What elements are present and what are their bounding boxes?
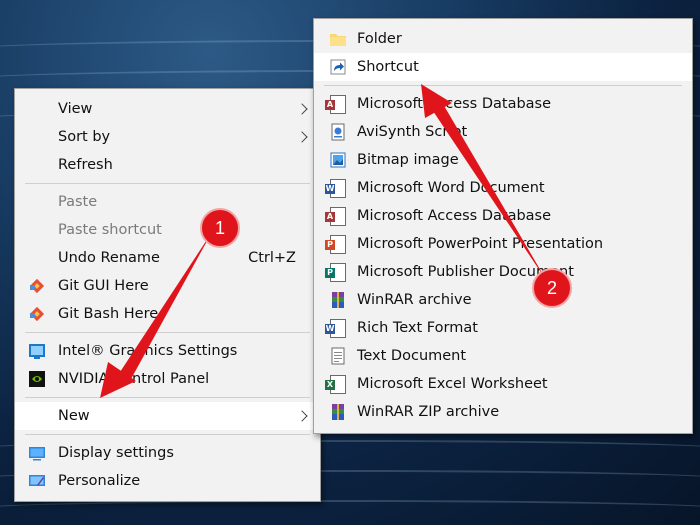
new-item-powerpoint-presentation[interactable]: P Microsoft PowerPoint Presentation bbox=[314, 230, 692, 258]
menu-separator bbox=[25, 434, 310, 435]
git-icon bbox=[27, 304, 47, 324]
menu-item-label: Shortcut bbox=[357, 59, 419, 75]
new-item-publisher-document[interactable]: P Microsoft Publisher Document bbox=[314, 258, 692, 286]
desktop-context-menu: View Sort by Refresh Paste Paste shortcu… bbox=[14, 88, 321, 502]
new-item-excel-worksheet[interactable]: X Microsoft Excel Worksheet bbox=[314, 370, 692, 398]
menu-item-label: WinRAR ZIP archive bbox=[357, 404, 500, 420]
menu-item-label: Personalize bbox=[58, 473, 141, 489]
menu-separator bbox=[25, 183, 310, 184]
menu-item-label: Paste bbox=[58, 194, 98, 210]
menu-item-paste-shortcut[interactable]: Paste shortcut bbox=[15, 216, 320, 244]
menu-item-label: Intel® Graphics Settings bbox=[58, 343, 238, 359]
menu-separator bbox=[25, 397, 310, 398]
menu-item-label: Folder bbox=[357, 31, 402, 47]
menu-item-refresh[interactable]: Refresh bbox=[15, 151, 320, 179]
menu-item-nvidia-control-panel[interactable]: NVIDIA Control Panel bbox=[15, 365, 320, 393]
new-item-winrar-archive[interactable]: WinRAR archive bbox=[314, 286, 692, 314]
bitmap-icon bbox=[328, 150, 348, 170]
menu-item-label: Paste shortcut bbox=[58, 222, 162, 238]
menu-item-label: Microsoft Access Database bbox=[357, 208, 552, 224]
new-item-access-database[interactable]: A Microsoft Access Database bbox=[314, 90, 692, 118]
menu-item-label: Refresh bbox=[58, 157, 113, 173]
menu-item-label: NVIDIA Control Panel bbox=[58, 371, 210, 387]
menu-item-display-settings[interactable]: Display settings bbox=[15, 439, 320, 467]
menu-item-label: Rich Text Format bbox=[357, 320, 478, 336]
menu-item-personalize[interactable]: Personalize bbox=[15, 467, 320, 495]
chevron-right-icon bbox=[296, 410, 308, 422]
menu-item-git-gui-here[interactable]: Git GUI Here bbox=[15, 272, 320, 300]
winrar-icon bbox=[328, 402, 348, 422]
text-document-icon bbox=[328, 346, 348, 366]
git-icon bbox=[27, 276, 47, 296]
menu-item-label: View bbox=[58, 101, 93, 117]
menu-item-label: Microsoft PowerPoint Presentation bbox=[357, 236, 604, 252]
powerpoint-icon: P bbox=[325, 234, 348, 254]
new-item-word-document[interactable]: W Microsoft Word Document bbox=[314, 174, 692, 202]
winrar-icon bbox=[328, 290, 348, 310]
chevron-right-icon bbox=[296, 131, 308, 143]
new-item-bitmap-image[interactable]: Bitmap image bbox=[314, 146, 692, 174]
menu-item-label: Git Bash Here bbox=[58, 306, 159, 322]
new-item-text-document[interactable]: Text Document bbox=[314, 342, 692, 370]
menu-item-label: Sort by bbox=[58, 129, 111, 145]
menu-separator bbox=[324, 85, 682, 86]
menu-item-label: Microsoft Access Database bbox=[357, 96, 552, 112]
menu-item-sort-by[interactable]: Sort by bbox=[15, 123, 320, 151]
avisynth-icon bbox=[328, 122, 348, 142]
menu-item-label: Bitmap image bbox=[357, 152, 459, 168]
access-icon: A bbox=[325, 206, 348, 226]
chevron-right-icon bbox=[296, 103, 308, 115]
new-submenu: Folder Shortcut A Microsoft Access Datab… bbox=[313, 18, 693, 434]
shortcut-icon bbox=[328, 57, 348, 77]
access-icon: A bbox=[325, 94, 348, 114]
step-badge-1: 1 bbox=[200, 208, 240, 248]
menu-item-label: Text Document bbox=[357, 348, 467, 364]
nvidia-icon bbox=[27, 369, 47, 389]
menu-item-label: Microsoft Excel Worksheet bbox=[357, 376, 548, 392]
new-item-rich-text-format[interactable]: W Rich Text Format bbox=[314, 314, 692, 342]
folder-icon bbox=[328, 29, 348, 49]
intel-graphics-icon bbox=[27, 341, 47, 361]
menu-item-label: Undo Rename bbox=[58, 250, 160, 266]
new-item-shortcut[interactable]: Shortcut bbox=[314, 53, 692, 81]
step-badge-2: 2 bbox=[532, 268, 572, 308]
menu-item-undo-rename[interactable]: Undo Rename Ctrl+Z bbox=[15, 244, 320, 272]
new-item-folder[interactable]: Folder bbox=[314, 25, 692, 53]
menu-item-new[interactable]: New bbox=[15, 402, 320, 430]
menu-item-label: Display settings bbox=[58, 445, 174, 461]
display-icon bbox=[27, 443, 47, 463]
new-item-access-database-2[interactable]: A Microsoft Access Database bbox=[314, 202, 692, 230]
menu-item-label: WinRAR archive bbox=[357, 292, 472, 308]
menu-item-git-bash-here[interactable]: Git Bash Here bbox=[15, 300, 320, 328]
word-icon: W bbox=[325, 178, 348, 198]
menu-item-label: AviSynth Script bbox=[357, 124, 468, 140]
new-item-winrar-zip-archive[interactable]: WinRAR ZIP archive bbox=[314, 398, 692, 426]
menu-item-view[interactable]: View bbox=[15, 95, 320, 123]
new-item-avisynth-script[interactable]: AviSynth Script bbox=[314, 118, 692, 146]
menu-item-label: Microsoft Word Document bbox=[357, 180, 545, 196]
menu-item-paste[interactable]: Paste bbox=[15, 188, 320, 216]
menu-item-label: Git GUI Here bbox=[58, 278, 149, 294]
menu-separator bbox=[25, 332, 310, 333]
menu-item-intel-graphics-settings[interactable]: Intel® Graphics Settings bbox=[15, 337, 320, 365]
menu-item-label: New bbox=[58, 408, 90, 424]
personalize-icon bbox=[27, 471, 47, 491]
excel-icon: X bbox=[325, 374, 348, 394]
publisher-icon: P bbox=[325, 262, 348, 282]
word-icon: W bbox=[325, 318, 348, 338]
keyboard-shortcut: Ctrl+Z bbox=[248, 250, 296, 266]
